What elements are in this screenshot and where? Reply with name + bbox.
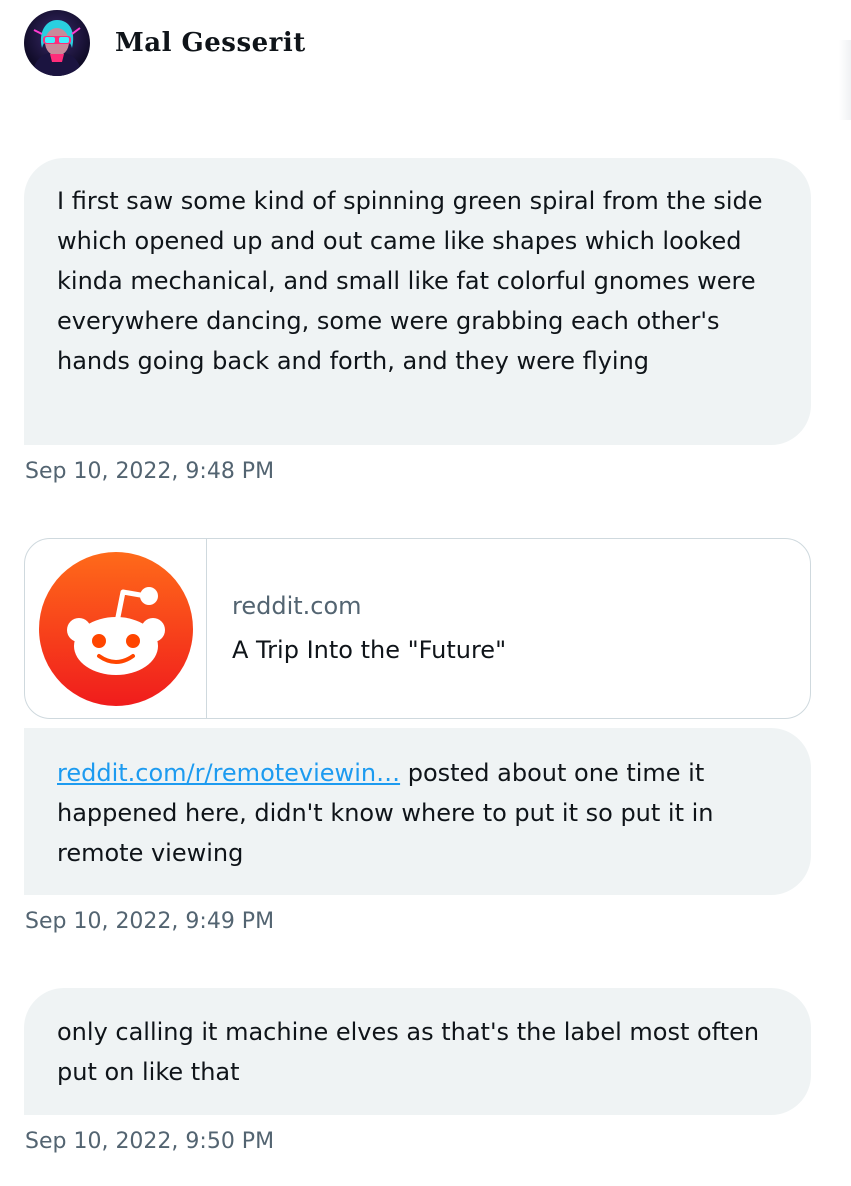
user-avatar-icon[interactable] <box>24 10 90 76</box>
message-timestamp: Sep 10, 2022, 9:50 PM <box>25 1129 275 1154</box>
link-preview-domain: reddit.com <box>232 592 362 620</box>
link-preview-info: reddit.com A Trip Into the "Future" <box>207 539 506 718</box>
message-bubble[interactable]: I first saw some kind of spinning green … <box>24 158 811 445</box>
scroll-edge <box>839 40 851 120</box>
message-text: only calling it machine elves as that's … <box>57 1018 760 1086</box>
message-text: I first saw some kind of spinning green … <box>57 187 763 375</box>
link-preview-title: A Trip Into the "Future" <box>232 636 507 664</box>
user-display-name[interactable]: Mal Gesserit <box>115 28 306 58</box>
message-bubble[interactable]: only calling it machine elves as that's … <box>24 988 811 1115</box>
message-timestamp: Sep 10, 2022, 9:49 PM <box>25 909 275 934</box>
reddit-logo-icon <box>25 539 207 718</box>
link-preview-card[interactable]: reddit.com A Trip Into the "Future" <box>24 538 811 719</box>
message-timestamp: Sep 10, 2022, 9:48 PM <box>25 459 275 484</box>
message-bubble[interactable]: reddit.com/r/remoteviewin… posted about … <box>24 728 811 895</box>
conversation-header: Mal Gesserit <box>24 10 306 76</box>
message-link[interactable]: reddit.com/r/remoteviewin… <box>57 759 400 787</box>
